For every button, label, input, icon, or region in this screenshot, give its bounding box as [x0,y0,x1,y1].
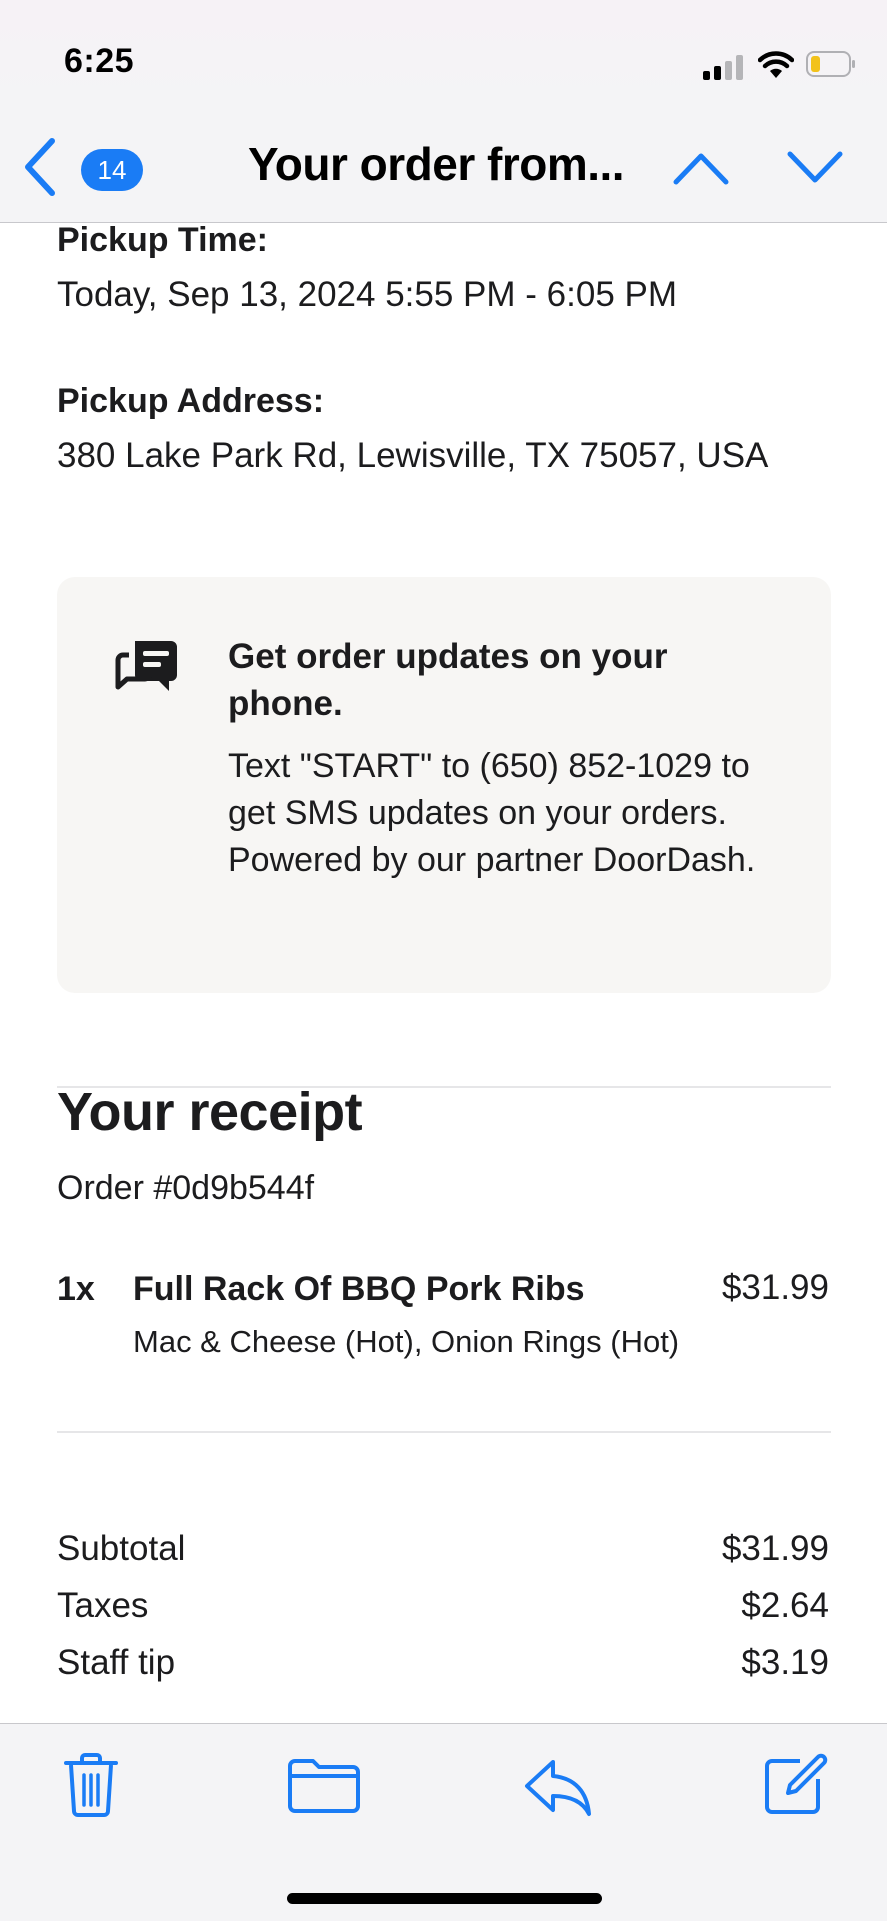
mail-toolbar [0,1723,887,1921]
order-number: Order #0d9b544f [57,1169,315,1207]
unread-count-badge[interactable]: 14 [81,149,143,191]
battery-icon [806,51,855,77]
taxes-label: Taxes [57,1586,149,1625]
chat-icon [115,641,177,691]
trash-icon[interactable] [62,1753,120,1817]
item-quantity: 1x [57,1270,95,1308]
pickup-time-value: Today, Sep 13, 2024 5:55 PM - 6:05 PM [57,275,678,314]
taxes-value: $2.64 [741,1586,829,1625]
reply-icon[interactable] [523,1758,593,1818]
email-body[interactable]: Pickup Time: Today, Sep 13, 2024 5:55 PM… [0,221,887,1723]
item-price: $31.99 [721,1268,829,1307]
sms-updates-card: Get order updates on your phone. Text "S… [57,577,831,993]
status-bar: 6:25 [0,0,887,115]
sms-card-body[interactable]: Text "START" to (650) 852-1029 to get SM… [228,743,798,884]
home-indicator[interactable] [287,1893,602,1904]
mail-navigation-bar: 14 Your order from... [0,115,887,223]
pickup-address-label: Pickup Address: [57,382,325,420]
item-name: Full Rack Of BBQ Pork Ribs [133,1270,585,1308]
folder-icon[interactable] [287,1756,361,1814]
sms-card-title: Get order updates on your phone. [228,637,668,723]
chevron-up-icon[interactable] [672,148,730,188]
subtotal-label: Subtotal [57,1529,186,1568]
status-time: 6:25 [64,42,135,80]
back-icon[interactable] [20,135,60,199]
item-modifiers: Mac & Cheese (Hot), Onion Rings (Hot) [133,1324,680,1359]
subtotal-value: $31.99 [721,1529,829,1568]
pickup-address-value[interactable]: 380 Lake Park Rd, Lewisville, TX 75057, … [57,436,768,476]
receipt-title: Your receipt [57,1082,363,1142]
cellular-signal-icon [703,54,745,80]
divider [57,1431,831,1433]
staff-tip-value: $3.19 [741,1643,829,1682]
compose-icon[interactable] [762,1751,828,1817]
pickup-time-label: Pickup Time: [57,221,268,259]
wifi-icon [758,51,794,78]
message-subject-title: Your order from... [248,138,625,190]
staff-tip-label: Staff tip [57,1643,176,1682]
chevron-down-icon[interactable] [786,148,844,188]
